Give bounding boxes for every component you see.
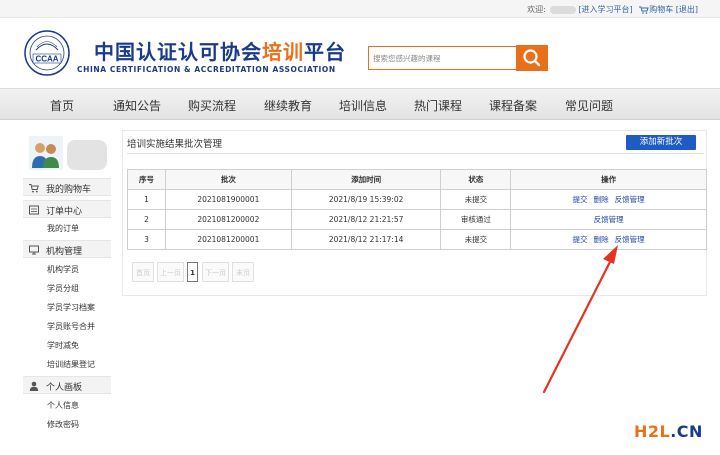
cell-status: 审核通过 — [440, 209, 512, 230]
cell-no: 2 — [127, 209, 166, 230]
cell-actions: 反馈管理 — [510, 209, 707, 230]
cell-actions: 提交 删除 反馈管理 — [510, 229, 707, 250]
nav-continuing-education[interactable]: 继续教育 — [264, 97, 312, 114]
table-row: 3 2021081200001 2021/8/12 21:17:14 未提交 提… — [127, 229, 707, 250]
cell-time: 2021/8/19 15:39:02 — [290, 189, 442, 210]
logo-text: CCAA — [35, 55, 58, 64]
batch-management-panel: 培训实施结果批次管理 添加新批次 序号 批次 添加时间 状态 操作 1 2021… — [122, 130, 707, 296]
sidebar-section-cart[interactable]: 我的购物车 — [23, 178, 111, 196]
feedback-management-link[interactable]: 反馈管理 — [615, 235, 645, 244]
top-links: 欢迎: [进入学习平台] 购物车 [退出] — [523, 4, 698, 15]
sidebar-item-hour-reduction[interactable]: 学时减免 — [47, 340, 79, 351]
brand-title-en: CHINA CERTIFICATION & ACCREDITATION ASSO… — [77, 65, 336, 74]
cell-time: 2021/8/12 21:21:57 — [290, 209, 442, 230]
order-icon — [29, 205, 39, 215]
search-input[interactable]: 搜索您感兴趣的课程 — [368, 46, 518, 70]
cart-icon[interactable] — [639, 5, 649, 14]
submit-link[interactable]: 提交 — [573, 195, 588, 204]
pager-next[interactable]: 下一页 — [202, 262, 229, 282]
feedback-management-link[interactable]: 反馈管理 — [615, 195, 645, 204]
feedback-management-link[interactable]: 反馈管理 — [594, 215, 624, 224]
title-divider — [127, 153, 704, 154]
add-batch-button[interactable]: 添加新批次 — [626, 135, 696, 150]
sidebar-section-personal[interactable]: 个人画板 — [23, 376, 111, 394]
ccaa-logo[interactable]: CCAA — [24, 30, 70, 76]
top-bar: 欢迎: [进入学习平台] 购物车 [退出] — [0, 0, 720, 18]
sidebar-item-personal-info[interactable]: 个人信息 — [47, 400, 79, 411]
search-button[interactable] — [516, 45, 548, 71]
cell-no: 1 — [127, 189, 166, 210]
enter-study-link[interactable]: [进入学习平台] — [578, 5, 632, 14]
table-header-row: 序号 批次 添加时间 状态 操作 — [127, 169, 707, 190]
cell-no: 3 — [127, 229, 166, 250]
nav-purchase-process[interactable]: 购买流程 — [188, 97, 236, 114]
sidebar-item-study-records[interactable]: 学员学习档案 — [47, 302, 95, 313]
col-header-status: 状态 — [440, 169, 512, 190]
main-nav: 首页 通知公告 购买流程 继续教育 培训信息 热门课程 课程备案 常见问题 — [0, 88, 720, 120]
brand-title-cn: 中国认证认可协会培训平台 — [94, 40, 346, 64]
sidebar-item-student-groups[interactable]: 学员分组 — [47, 283, 79, 294]
cell-batch: 2021081200001 — [164, 229, 292, 250]
username-blurred — [67, 140, 107, 170]
sidebar-item-org-students[interactable]: 机构学员 — [47, 264, 79, 275]
sidebar: 我的购物车 订单中心 我的订单 机构管理 机构学员 学员分组 学员学习档案 学员… — [23, 130, 111, 455]
pager-first[interactable]: 首页 — [132, 262, 154, 282]
nav-home[interactable]: 首页 — [50, 97, 74, 114]
sidebar-item-my-orders[interactable]: 我的订单 — [47, 223, 79, 234]
col-header-time: 添加时间 — [290, 169, 442, 190]
delete-link[interactable]: 删除 — [594, 195, 609, 204]
sidebar-item-account-merge[interactable]: 学员账号合并 — [47, 321, 95, 332]
col-header-actions: 操作 — [510, 169, 707, 190]
cart-link[interactable]: 购物车 — [649, 5, 673, 14]
batch-table: 序号 批次 添加时间 状态 操作 1 2021081900001 2021/8/… — [127, 169, 707, 250]
page-title: 培训实施结果批次管理 — [127, 139, 223, 150]
sidebar-section-orders[interactable]: 订单中心 — [23, 200, 111, 218]
table-row: 2 2021081200002 2021/8/12 21:21:57 审核通过 … — [127, 209, 707, 230]
nav-hot-courses[interactable]: 热门课程 — [414, 97, 462, 114]
nav-course-filing[interactable]: 课程备案 — [489, 97, 537, 114]
site-watermark: H2L.CN — [634, 422, 703, 441]
pager-prev[interactable]: 上一页 — [157, 262, 184, 282]
cell-actions: 提交 删除 反馈管理 — [510, 189, 707, 210]
search-icon — [523, 49, 541, 67]
pager-page-1[interactable]: 1 — [187, 262, 198, 282]
sidebar-section-org-management[interactable]: 机构管理 — [23, 240, 111, 258]
user-icon — [29, 381, 39, 391]
col-header-no: 序号 — [127, 169, 166, 190]
cell-batch: 2021081900001 — [164, 189, 292, 210]
sidebar-item-change-password[interactable]: 修改密码 — [47, 419, 79, 430]
cart-icon — [29, 184, 39, 193]
table-row: 1 2021081900001 2021/8/19 15:39:02 未提交 提… — [127, 189, 707, 210]
cell-batch: 2021081200002 — [164, 209, 292, 230]
cell-status: 未提交 — [440, 189, 512, 210]
sidebar-item-training-result-registration[interactable]: 培训结果登记 — [47, 359, 95, 370]
cell-time: 2021/8/12 21:17:14 — [290, 229, 442, 250]
delete-link[interactable]: 删除 — [594, 235, 609, 244]
username-blurred — [549, 5, 576, 14]
welcome-text: 欢迎: — [527, 5, 546, 14]
avatar — [29, 136, 63, 170]
nav-training-info[interactable]: 培训信息 — [339, 97, 387, 114]
col-header-batch: 批次 — [164, 169, 292, 190]
nav-notices[interactable]: 通知公告 — [113, 97, 161, 114]
nav-faq[interactable]: 常见问题 — [565, 97, 613, 114]
submit-link[interactable]: 提交 — [573, 235, 588, 244]
header: CCAA 中国认证认可协会培训平台 CHINA CERTIFICATION & … — [0, 18, 720, 88]
pager-last[interactable]: 末页 — [232, 262, 254, 282]
cell-status: 未提交 — [440, 229, 512, 250]
logout-link[interactable]: [退出] — [676, 5, 698, 14]
monitor-icon — [29, 245, 39, 255]
